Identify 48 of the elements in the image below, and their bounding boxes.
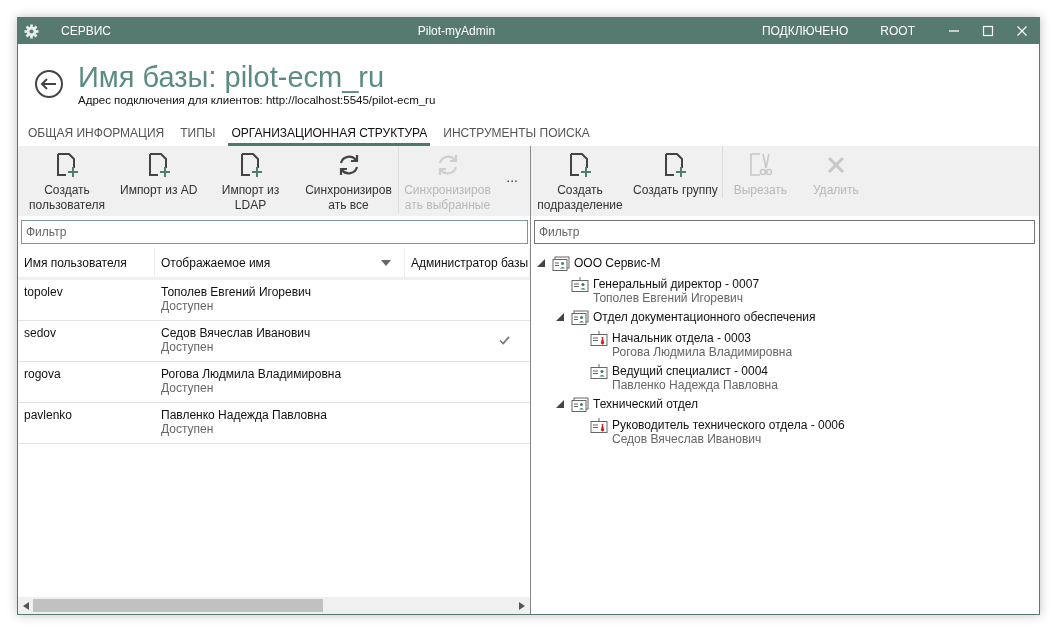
display-name: Седов Вячеслав Иванович [161,326,312,340]
username-cell-text: sedov [23,325,58,342]
connection-status: ПОДКЛЮЧЕНО [761,24,849,38]
toolbar-button[interactable]: Создать подразделение [531,146,629,213]
tree-item[interactable]: Технический отдел [593,397,699,411]
tab[interactable]: ТИПЫ [177,126,219,146]
display-name: Рогова Людмила Владимировна [161,367,343,381]
connection-address: Адрес подключения для клиентов: http://localhost:5545/pilot-ecm_ru [78,94,436,106]
user-row[interactable]: pavlenko Павленко Надежда Павловна Доступен [18,403,530,444]
user-status: Доступен [161,422,215,436]
toolbar-button[interactable]: Синхронизировать все [299,146,398,213]
column-header[interactable]: Отображаемое имя [155,248,405,277]
user-row[interactable]: sedov Седов Вячеслав Иванович Доступен [18,321,530,362]
tab[interactable]: ОБЩАЯ ИНФОРМАЦИЯ [25,126,168,146]
tree-item[interactable]: Начальник отдела - 0003 [612,331,793,345]
database-title: Имя базы: pilot-ecm_ru [78,60,386,94]
person-name: Павленко Надежда Павловна [612,378,778,392]
tree-item[interactable]: Руководитель технического отдела - 0006 [612,418,845,432]
person-name: Тополев Евгений Игоревич [593,291,744,305]
tree-item[interactable]: Отдел документационного обеспечения [593,310,816,324]
user-name[interactable]: ROOT [880,24,915,38]
username-cell-text: pavlenko [23,407,74,424]
user-row[interactable]: topolev Тополев Евгений Игоревич Доступен [18,280,530,321]
username-cell-text: rogova [23,366,62,383]
service-menu[interactable]: СЕРВИС [61,24,111,38]
display-name: Тополев Евгений Игоревич [161,285,312,299]
toolbar-button[interactable]: Импорт из LDAP [201,146,300,213]
tab[interactable]: ИНСТРУМЕНТЫ ПОИСКА [440,126,593,146]
display-name: Павленко Надежда Павловна [161,408,328,422]
column-header[interactable]: Имя пользователя [18,248,155,277]
tree-item[interactable]: Ведущий специалист - 0004 [612,364,778,378]
filter-field[interactable]: Фильтр [534,220,1035,244]
user-row[interactable]: rogova Рогова Людмила Владимировна Доступен [18,362,530,403]
toolbar-button[interactable]: Импорт из AD [116,146,202,198]
person-name: Рогова Людмила Владимировна [612,345,793,359]
user-status: Доступен [161,381,215,395]
user-status: Доступен [161,299,215,313]
column-header[interactable]: Администратор базы [405,248,530,277]
more-button[interactable]: ... [500,168,524,186]
window-title: Pilot-myAdmin [416,24,497,38]
tree-item[interactable]: ООО Сервис-М [574,256,661,270]
filter-field[interactable]: Фильтр [21,220,528,244]
user-status: Доступен [161,340,215,354]
toolbar-button[interactable]: Создать группу [629,146,722,198]
toolbar-button[interactable]: Создать пользователя [18,146,116,213]
username-cell-text: topolev [23,284,64,301]
tree-item[interactable]: Генеральный директор - 0007 [593,277,760,291]
person-name: Седов Вячеслав Иванович [612,432,763,446]
